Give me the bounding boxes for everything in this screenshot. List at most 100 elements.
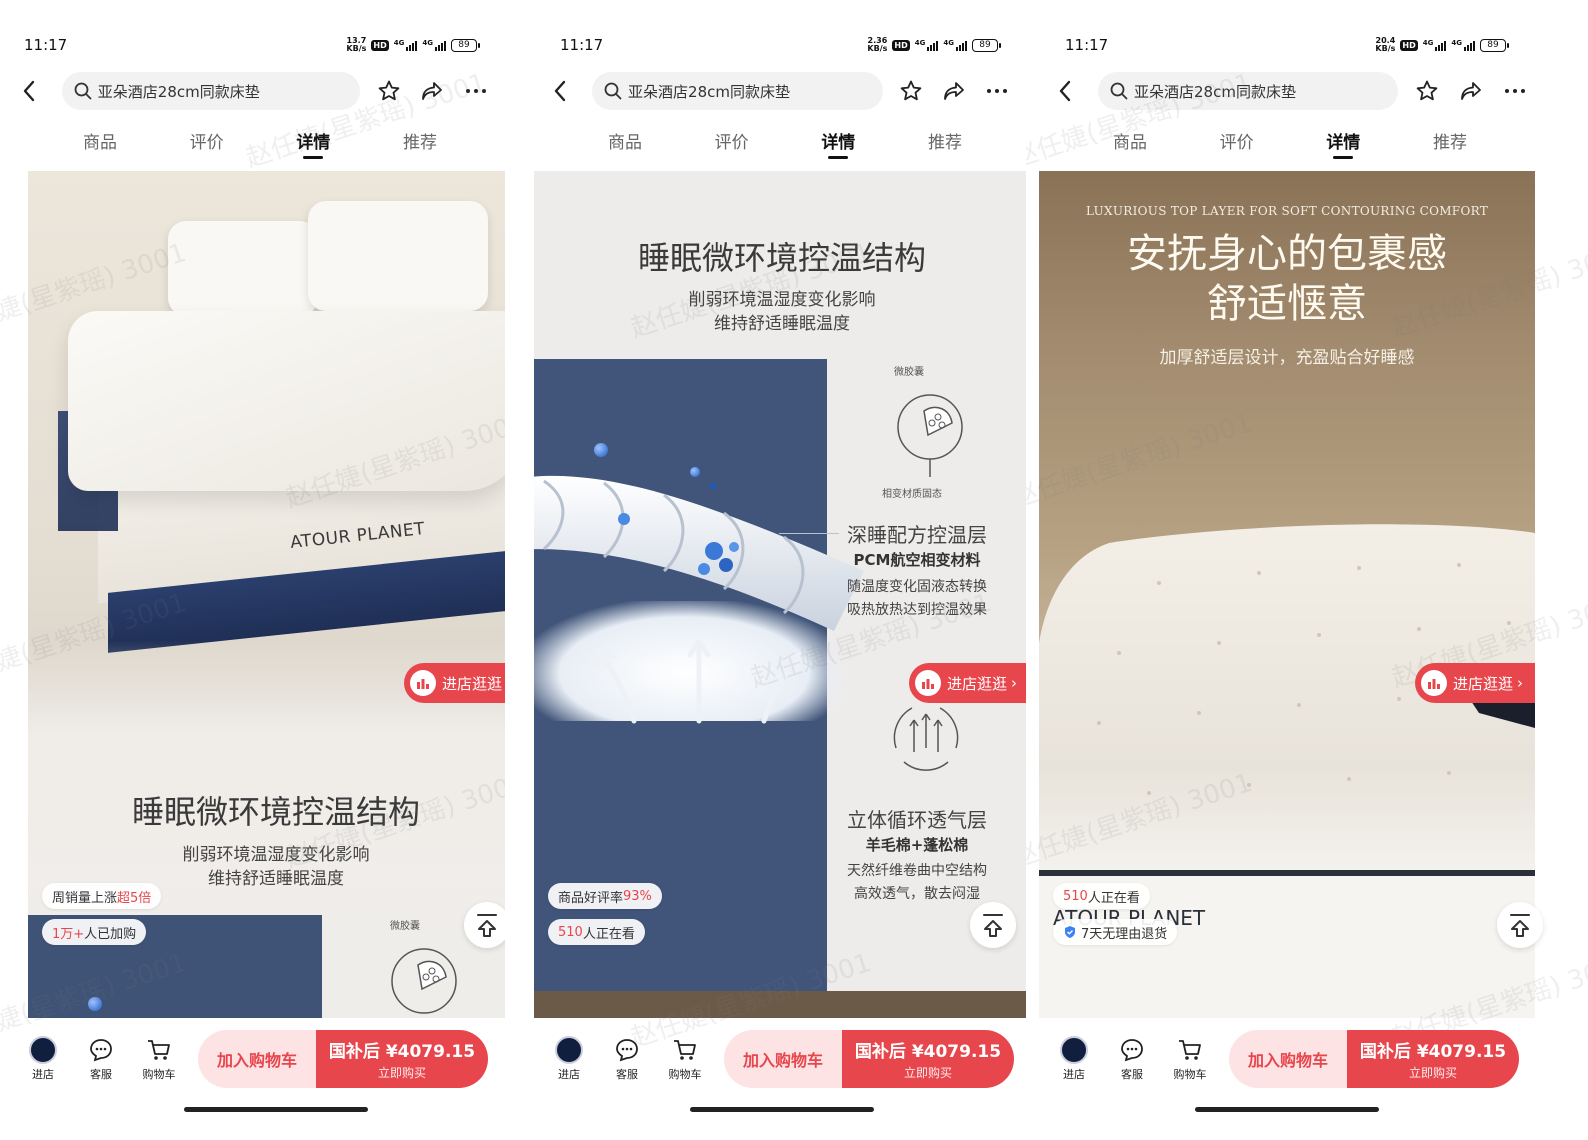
signal-icon: 4G: [1423, 39, 1447, 51]
star-icon[interactable]: [374, 76, 404, 106]
share-icon[interactable]: [417, 76, 447, 106]
tab-recommend[interactable]: 推荐: [390, 128, 450, 164]
back-to-top-button[interactable]: [970, 902, 1016, 948]
status-icons: 13.7 KB/s HD 4G 4G 89: [346, 37, 480, 53]
hd-icon: HD: [1400, 39, 1418, 51]
share-icon[interactable]: [940, 76, 969, 106]
home-indicator: [1195, 1107, 1379, 1112]
return-policy-badge: 7天无理由退货: [1053, 919, 1178, 945]
search-icon: [1110, 82, 1128, 100]
chat-icon: [1119, 1036, 1145, 1064]
headline: 睡眠微环境控温结构: [131, 793, 420, 831]
tab-goods[interactable]: 商品: [70, 128, 130, 164]
price-label: 国补后 ¥4079.15: [1359, 1042, 1507, 1062]
home-indicator: [690, 1107, 874, 1112]
star-icon[interactable]: [897, 76, 926, 106]
tab-details[interactable]: 详情: [1313, 128, 1373, 164]
store-button[interactable]: 进店: [540, 1036, 598, 1082]
service-button[interactable]: 客服: [72, 1036, 130, 1082]
feature-1-title: 深睡配方控温层: [847, 523, 987, 547]
tab-recommend[interactable]: 推荐: [915, 128, 975, 164]
back-arrow-icon[interactable]: [14, 76, 44, 106]
bottom-action-bar: 进店 客服 购物车 加入购物车 国补后 ¥4079.15 立即购买: [14, 1024, 505, 1094]
status-icons: 2.36 KB/s HD 4G 4G 89: [867, 37, 1001, 53]
store-button[interactable]: 进店: [1045, 1036, 1103, 1082]
capsule-icon: [391, 948, 457, 1014]
cart-button[interactable]: 购物车: [656, 1036, 714, 1082]
search-bar[interactable]: 亚朵酒店28cm同款床垫: [592, 72, 883, 110]
top-navbar: 亚朵酒店28cm同款床垫: [545, 71, 1012, 111]
cart-button[interactable]: 购物车: [1161, 1036, 1219, 1082]
battery-icon: 89: [972, 38, 1001, 52]
more-icon[interactable]: [1500, 76, 1530, 106]
search-bar[interactable]: 亚朵酒店28cm同款床垫: [1098, 72, 1398, 110]
search-query: 亚朵酒店28cm同款床垫: [628, 82, 790, 101]
back-to-top-button[interactable]: [464, 902, 505, 948]
top-navbar: 亚朵酒店28cm同款床垫: [14, 71, 491, 111]
headline-2: 舒适惬意: [1207, 281, 1367, 327]
capsule-label: 微胶囊: [894, 367, 924, 378]
arrow-up-icon: [983, 914, 1003, 937]
battery-icon: 89: [1480, 38, 1509, 52]
buy-now-label: 立即购买: [1408, 1066, 1457, 1080]
buy-now-button[interactable]: 国补后 ¥4079.15 立即购买: [842, 1030, 1014, 1088]
store-logo-icon: [555, 1036, 583, 1064]
visit-store-pill[interactable]: 进店逛逛 ›: [1415, 663, 1535, 703]
search-bar[interactable]: 亚朵酒店28cm同款床垫: [61, 72, 360, 110]
more-icon[interactable]: [461, 76, 491, 106]
viewers-badge: 510 人正在看: [548, 919, 645, 945]
rating-badge: 商品好评率 93%: [548, 883, 662, 909]
share-icon[interactable]: [1456, 76, 1486, 106]
store-logo-icon: [29, 1036, 57, 1064]
signal-icon: 4G: [1451, 39, 1475, 51]
airflow-icon: [893, 707, 959, 771]
add-to-cart-button[interactable]: 加入购物车: [1229, 1030, 1347, 1088]
tab-goods[interactable]: 商品: [595, 128, 655, 164]
back-to-top-button[interactable]: [1497, 902, 1543, 948]
back-arrow-icon[interactable]: [1050, 76, 1080, 106]
star-icon[interactable]: [1412, 76, 1442, 106]
signal-icon: 4G: [394, 39, 418, 51]
sales-badge: 周销量上涨 超5倍: [42, 883, 162, 909]
status-icons: 20.4 KB/s HD 4G 4G 89: [1375, 37, 1509, 53]
phone-screen-3: 11:17 20.4 KB/s HD 4G 4G 89 亚朵酒店28cm同款床垫 …: [1026, 0, 1588, 1140]
feature-1-desc-2: 吸热放热达到控温效果: [847, 602, 987, 618]
cart-button[interactable]: 购物车: [130, 1036, 188, 1082]
search-query: 亚朵酒店28cm同款床垫: [1134, 82, 1296, 101]
tab-reviews[interactable]: 评价: [1207, 128, 1267, 164]
tab-reviews[interactable]: 评价: [702, 128, 762, 164]
service-button[interactable]: 客服: [598, 1036, 656, 1082]
tab-details[interactable]: 详情: [808, 128, 868, 164]
add-to-cart-button[interactable]: 加入购物车: [198, 1030, 316, 1088]
price-label: 国补后 ¥4079.15: [328, 1042, 476, 1062]
subheadline-2: 维持舒适睡眠温度: [714, 314, 850, 334]
subheadline-1: 削弱环境温湿度变化影响: [688, 290, 876, 310]
purchase-buttons: 加入购物车 国补后 ¥4079.15 立即购买: [198, 1030, 488, 1088]
tab-recommend[interactable]: 推荐: [1420, 128, 1480, 164]
add-to-cart-button[interactable]: 加入购物车: [724, 1030, 842, 1088]
search-query: 亚朵酒店28cm同款床垫: [97, 82, 260, 101]
store-button[interactable]: 进店: [14, 1036, 72, 1082]
tab-goods[interactable]: 商品: [1100, 128, 1160, 164]
signal-icon: 4G: [422, 39, 446, 51]
tab-details[interactable]: 详情: [283, 128, 343, 164]
buy-now-button[interactable]: 国补后 ¥4079.15 立即购买: [316, 1030, 488, 1088]
visit-store-pill[interactable]: 进店逛逛 ›: [909, 663, 1026, 703]
tab-reviews[interactable]: 评价: [177, 128, 237, 164]
subheadline: 加厚舒适层设计，充盈贴合好睡感: [1159, 348, 1415, 368]
phone-screen-2: 11:17 2.36 KB/s HD 4G 4G 89 亚朵酒店28cm同款床垫 …: [505, 0, 1026, 1140]
battery-icon: 89: [451, 38, 480, 52]
feature-2-desc-1: 天然纤维卷曲中空结构: [847, 863, 987, 879]
back-arrow-icon[interactable]: [545, 76, 574, 106]
product-tabs: 商品 评价 详情 推荐: [70, 128, 450, 164]
headline-1: 安抚身心的包裹感: [1127, 231, 1447, 277]
hd-icon: HD: [892, 39, 910, 51]
more-icon[interactable]: [983, 76, 1012, 106]
chart-icon: [1421, 670, 1447, 696]
buy-now-label: 立即购买: [377, 1066, 426, 1080]
buy-now-button[interactable]: 国补后 ¥4079.15 立即购买: [1347, 1030, 1519, 1088]
service-button[interactable]: 客服: [1103, 1036, 1161, 1082]
visit-store-pill[interactable]: 进店逛逛 ›: [404, 663, 505, 703]
signal-icon: 4G: [915, 39, 939, 51]
subheadline-1: 削弱环境温湿度变化影响: [182, 845, 370, 865]
